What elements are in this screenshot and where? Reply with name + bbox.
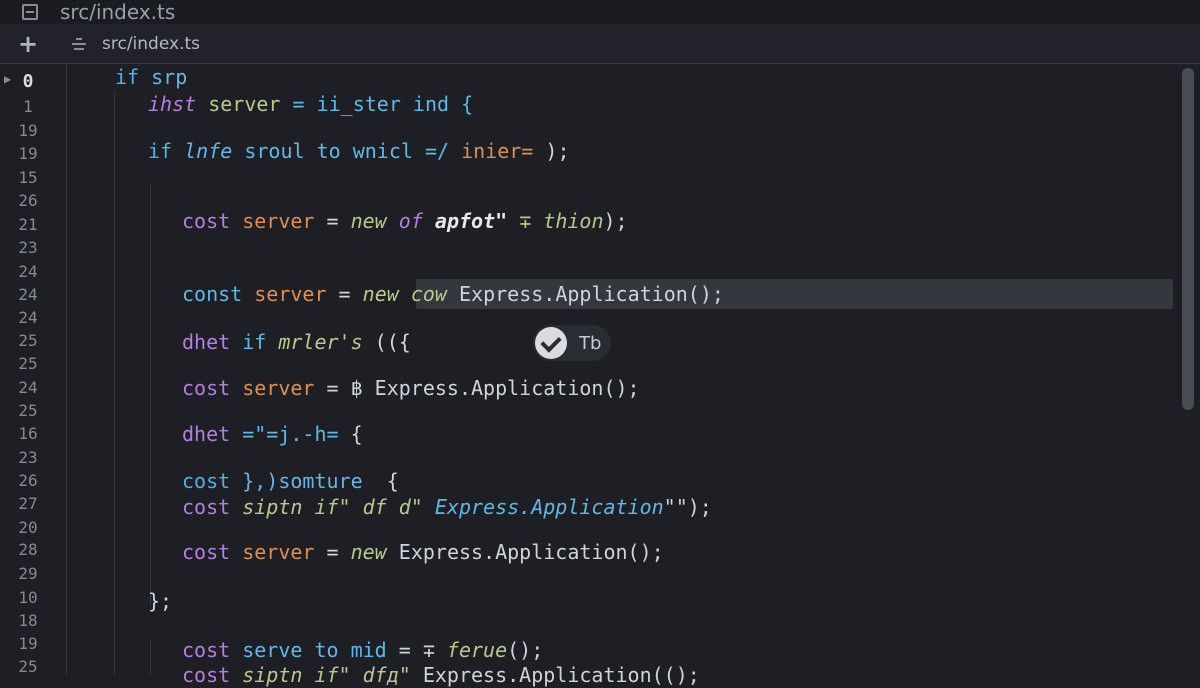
- vertical-scrollbar[interactable]: [1182, 68, 1194, 410]
- code-line: cost serve to mid = ∓ ferue();: [182, 638, 544, 662]
- code-line: cost siptn if" df d" Express.Application…: [182, 495, 712, 519]
- code-line: ihst server = ii_ster ind {: [148, 92, 474, 116]
- code-line: dhet if mrler's (({: [182, 330, 411, 354]
- code-line: cost siptn if" dfд" Express.Application(…: [182, 663, 700, 687]
- code-line: cost server = new of apfot" ∓ thion);: [182, 209, 628, 233]
- code-line: if srp: [115, 65, 188, 89]
- code-line: };: [148, 589, 173, 613]
- check-icon[interactable]: [535, 327, 567, 359]
- code-line: const server = new cow Express.Applicati…: [182, 282, 724, 306]
- code-line: cost server = new Express.Application();: [182, 540, 664, 564]
- code-line: cost server = ฿ Express.Application();: [182, 376, 640, 400]
- code-line: if lnfe sroul to wnicl =/ inier= );: [148, 139, 570, 163]
- inline-suggestion-accept[interactable]: Tb: [533, 325, 611, 361]
- suggestion-shortcut-label: Tb: [579, 332, 602, 354]
- code-line: cost },)somture {: [182, 469, 399, 493]
- code-line: dhet ="=j.-h= {: [182, 422, 363, 446]
